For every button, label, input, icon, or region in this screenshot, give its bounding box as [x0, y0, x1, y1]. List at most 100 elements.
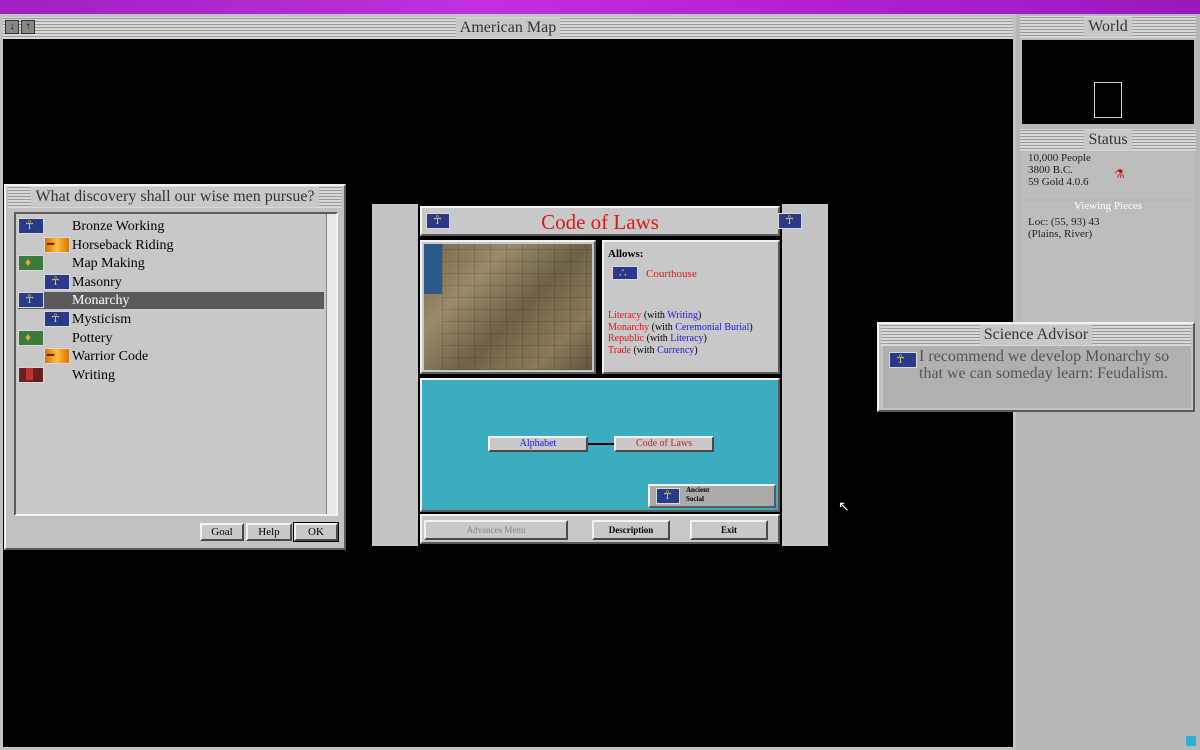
minimap-viewport[interactable] — [1094, 82, 1122, 118]
status-people: 10,000 People — [1028, 152, 1091, 164]
tech-image-frame — [420, 240, 596, 374]
mysticism-icon — [44, 311, 70, 327]
map-making-icon — [18, 255, 44, 272]
status-gold: 59 Gold 4.0.6 — [1028, 176, 1089, 188]
writing-icon — [18, 366, 44, 383]
discovery-item[interactable]: Mysticism — [18, 311, 324, 328]
discovery-list[interactable]: Bronze Working Horseback Riding Map Making… — [14, 212, 338, 516]
status-terrain: (Plains, River) — [1028, 228, 1093, 240]
discovery-item[interactable]: Map Making — [18, 255, 324, 272]
goal-button[interactable]: Goal — [200, 523, 244, 541]
discovery-item-label: Masonry — [72, 274, 122, 290]
era-icon — [656, 488, 680, 504]
discovery-item-label: Horseback Riding — [72, 237, 174, 253]
allows-label: Allows: — [608, 248, 644, 260]
discovery-item-label: Map Making — [72, 256, 145, 272]
era-line1: Ancient — [686, 486, 710, 494]
with-label: (with — [643, 310, 665, 321]
status-year: 3800 B.C. — [1028, 164, 1073, 176]
discovery-item-label: Writing — [72, 367, 115, 383]
advances-menu-button[interactable]: Advances Menu — [424, 520, 568, 540]
description-button[interactable]: Description — [592, 520, 670, 540]
tree-node-alphabet[interactable]: Alphabet — [488, 436, 588, 452]
viewing-pieces-panel: Viewing Pieces Loc: (55, 93) 43 (Plains,… — [1022, 200, 1194, 322]
discovery-item-label: Mysticism — [72, 312, 132, 327]
leads-to-name[interactable]: Literacy — [608, 310, 641, 321]
leads-to-name[interactable]: Monarchy — [608, 322, 649, 333]
status-title: Status — [1084, 130, 1132, 150]
courthouse-link[interactable]: Courthouse — [646, 268, 697, 280]
research-flask-icon: ⚗ — [1114, 167, 1125, 181]
mouse-cursor-icon: ↖ — [838, 500, 850, 515]
status-titlebar: Status — [1020, 129, 1196, 151]
discovery-item[interactable]: Bronze Working — [18, 218, 324, 235]
discovery-item[interactable]: Warrior Code — [18, 348, 324, 365]
exit-button[interactable]: Exit — [690, 520, 768, 540]
advisor-message: I recommend we develop Monarchy so that … — [919, 348, 1170, 382]
map-title: American Map — [455, 18, 561, 38]
tech-info-panel: Allows: Courthouse Literacy (with Writin… — [602, 240, 780, 374]
with-tech[interactable]: Ceremonial Burial — [675, 322, 749, 333]
world-title: World — [1084, 17, 1132, 37]
courthouse-icon — [612, 266, 638, 281]
discovery-item[interactable]: Horseback Riding — [18, 236, 324, 254]
leads-to-row: Literacy (with Writing) — [608, 310, 778, 322]
civilopedia-title: Code of Laws — [541, 210, 659, 234]
discovery-item-label: Bronze Working — [72, 219, 165, 234]
leads-to-name[interactable]: Trade — [608, 345, 631, 356]
discovery-item[interactable]: Masonry — [18, 273, 324, 291]
map-menu-icon[interactable]: ↓ — [5, 20, 19, 34]
advisor-icon — [889, 352, 917, 368]
leads-to-name[interactable]: Republic — [608, 333, 644, 344]
era-line2: Social — [686, 495, 704, 503]
tech-tree-panel: Alphabet Code of Laws Ancient Social — [420, 378, 780, 512]
corner-indicator-icon — [1186, 736, 1196, 746]
bronze-working-icon — [18, 218, 44, 234]
discovery-title: What discovery shall our wise men pursue… — [31, 187, 319, 207]
tech-image-water — [424, 244, 442, 294]
discovery-item-label: Pottery — [72, 330, 113, 346]
era-badge: Ancient Social — [648, 484, 776, 508]
leads-to-list: Literacy (with Writing) Monarchy (with Ce… — [608, 310, 778, 356]
with-label: (with — [651, 321, 673, 333]
with-label: (with — [646, 333, 668, 344]
discovery-dialog: What discovery shall our wise men pursue… — [4, 184, 346, 550]
tree-node-code-of-laws[interactable]: Code of Laws — [614, 436, 714, 452]
with-label: (with — [633, 344, 655, 356]
ok-button[interactable]: OK — [293, 522, 339, 542]
pottery-icon — [18, 329, 44, 346]
status-lower-area — [1022, 424, 1194, 744]
discovery-item[interactable]: Pottery — [18, 329, 324, 347]
masonry-icon — [44, 273, 70, 290]
map-zoom-icon[interactable]: ↑ — [21, 20, 35, 34]
header-right-icon[interactable] — [778, 213, 802, 229]
close-paren: ) — [694, 344, 698, 356]
science-advisor-dialog: Science Advisor I recommend we develop M… — [877, 322, 1195, 412]
warrior-code-icon — [44, 348, 70, 365]
discovery-item[interactable]: Monarchy — [18, 292, 324, 310]
civilopedia-footer: Advances Menu Description Exit — [420, 514, 780, 544]
civilopedia-center: Code of Laws Allows: Courthouse Literacy… — [418, 204, 802, 546]
tech-image — [424, 244, 592, 370]
map-titlebar: American Map — [3, 17, 1013, 39]
help-button[interactable]: Help — [246, 523, 292, 541]
leads-to-row: Republic (with Literacy) — [608, 333, 778, 345]
world-titlebar: World — [1020, 16, 1196, 38]
world-minimap[interactable] — [1022, 40, 1194, 124]
close-paren: ) — [697, 310, 702, 321]
list-scrollbar[interactable] — [326, 214, 336, 514]
status-location: Loc: (55, 93) 43 — [1028, 216, 1100, 228]
leads-to-row: Monarchy (with Ceremonial Burial) — [608, 322, 778, 334]
science-advisor-title: Science Advisor — [979, 325, 1093, 345]
civilopedia-window: Code of Laws Allows: Courthouse Literacy… — [372, 204, 828, 546]
discovery-item-label: Monarchy — [72, 293, 130, 309]
close-paren: ) — [749, 321, 753, 333]
with-tech[interactable]: Writing — [667, 310, 698, 321]
viewing-pieces-label: Viewing Pieces — [1073, 200, 1143, 212]
tree-connector — [588, 443, 616, 445]
with-tech[interactable]: Literacy — [670, 333, 703, 344]
civilopedia-header: Code of Laws — [420, 206, 802, 236]
with-tech[interactable]: Currency — [657, 345, 694, 356]
discovery-item[interactable]: Writing — [18, 366, 324, 384]
discovery-item-label: Warrior Code — [72, 349, 149, 365]
